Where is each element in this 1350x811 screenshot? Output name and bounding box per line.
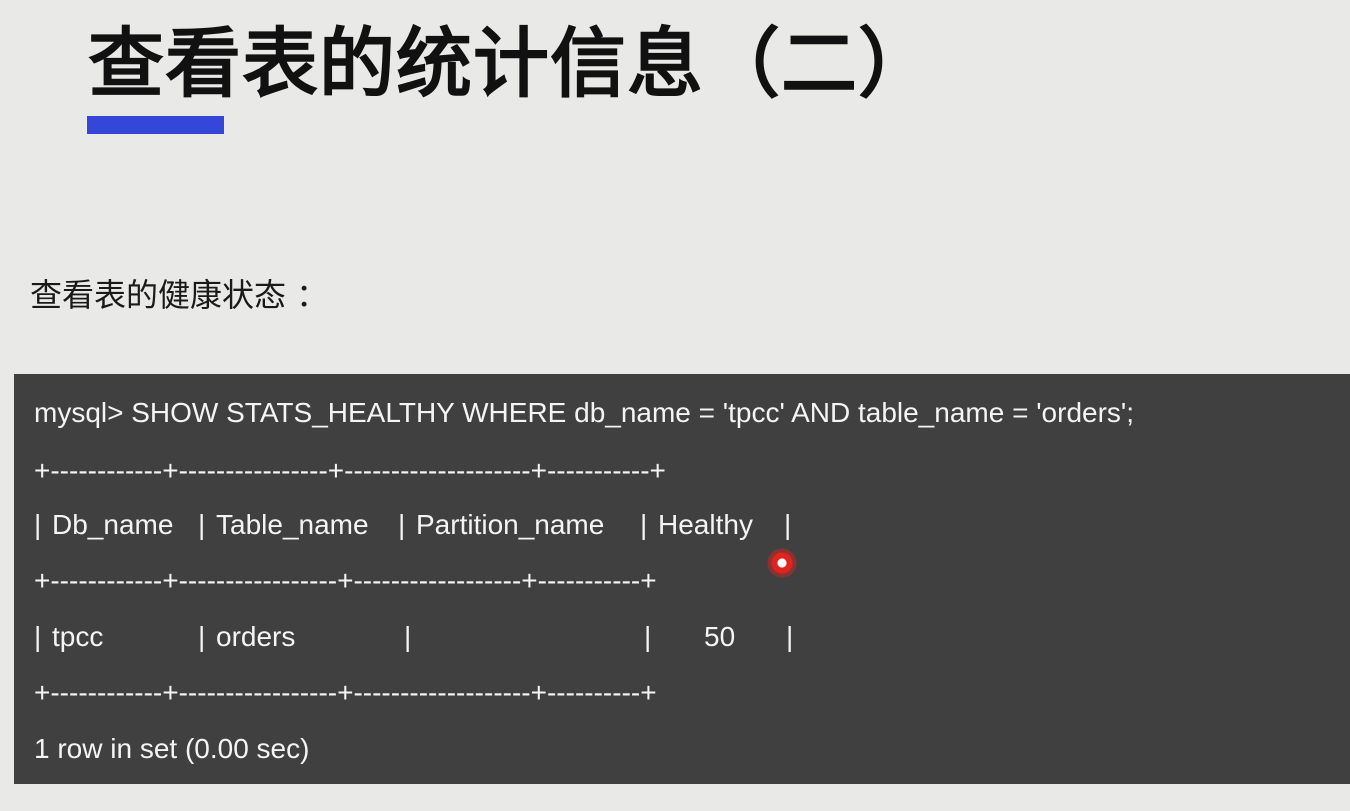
row-pipe: | <box>404 621 412 652</box>
result-summary: 1 row in set (0.00 sec) <box>34 733 310 764</box>
column-header-db-name: Db_name <box>52 509 174 540</box>
sql-command-line: mysql> SHOW STATS_HEALTHY WHERE db_name … <box>34 397 1135 428</box>
row-pipe: | <box>34 621 42 652</box>
cell-table-name: orders <box>216 621 296 652</box>
header-pipe: | <box>640 509 648 540</box>
slide-title: 查看表的统计信息（二） <box>88 19 935 108</box>
header-pipe: | <box>784 509 792 540</box>
cell-db-name: tpcc <box>52 621 104 652</box>
header-pipe: | <box>198 509 206 540</box>
table-border-bottom: +------------+-----------------+--------… <box>34 677 657 708</box>
section-label: 查看表的健康状态 ： <box>30 276 329 314</box>
title-accent-bar <box>87 116 224 134</box>
row-pipe: | <box>644 621 652 652</box>
table-border-top: +------------+----------------+---------… <box>34 455 666 486</box>
column-header-partition-name: Partition_name <box>416 509 605 540</box>
cell-healthy: 50 <box>704 621 736 652</box>
red-pointer-dot-icon <box>767 548 797 578</box>
header-pipe: | <box>398 509 406 540</box>
table-border-middle: +------------+-----------------+--------… <box>34 565 657 596</box>
row-pipe: | <box>786 621 794 652</box>
terminal-output: mysql> SHOW STATS_HEALTHY WHERE db_name … <box>14 374 1350 784</box>
column-header-table-name: Table_name <box>216 509 369 540</box>
row-pipe: | <box>198 621 206 652</box>
column-header-healthy: Healthy <box>658 509 753 540</box>
header-pipe: | <box>34 509 42 540</box>
